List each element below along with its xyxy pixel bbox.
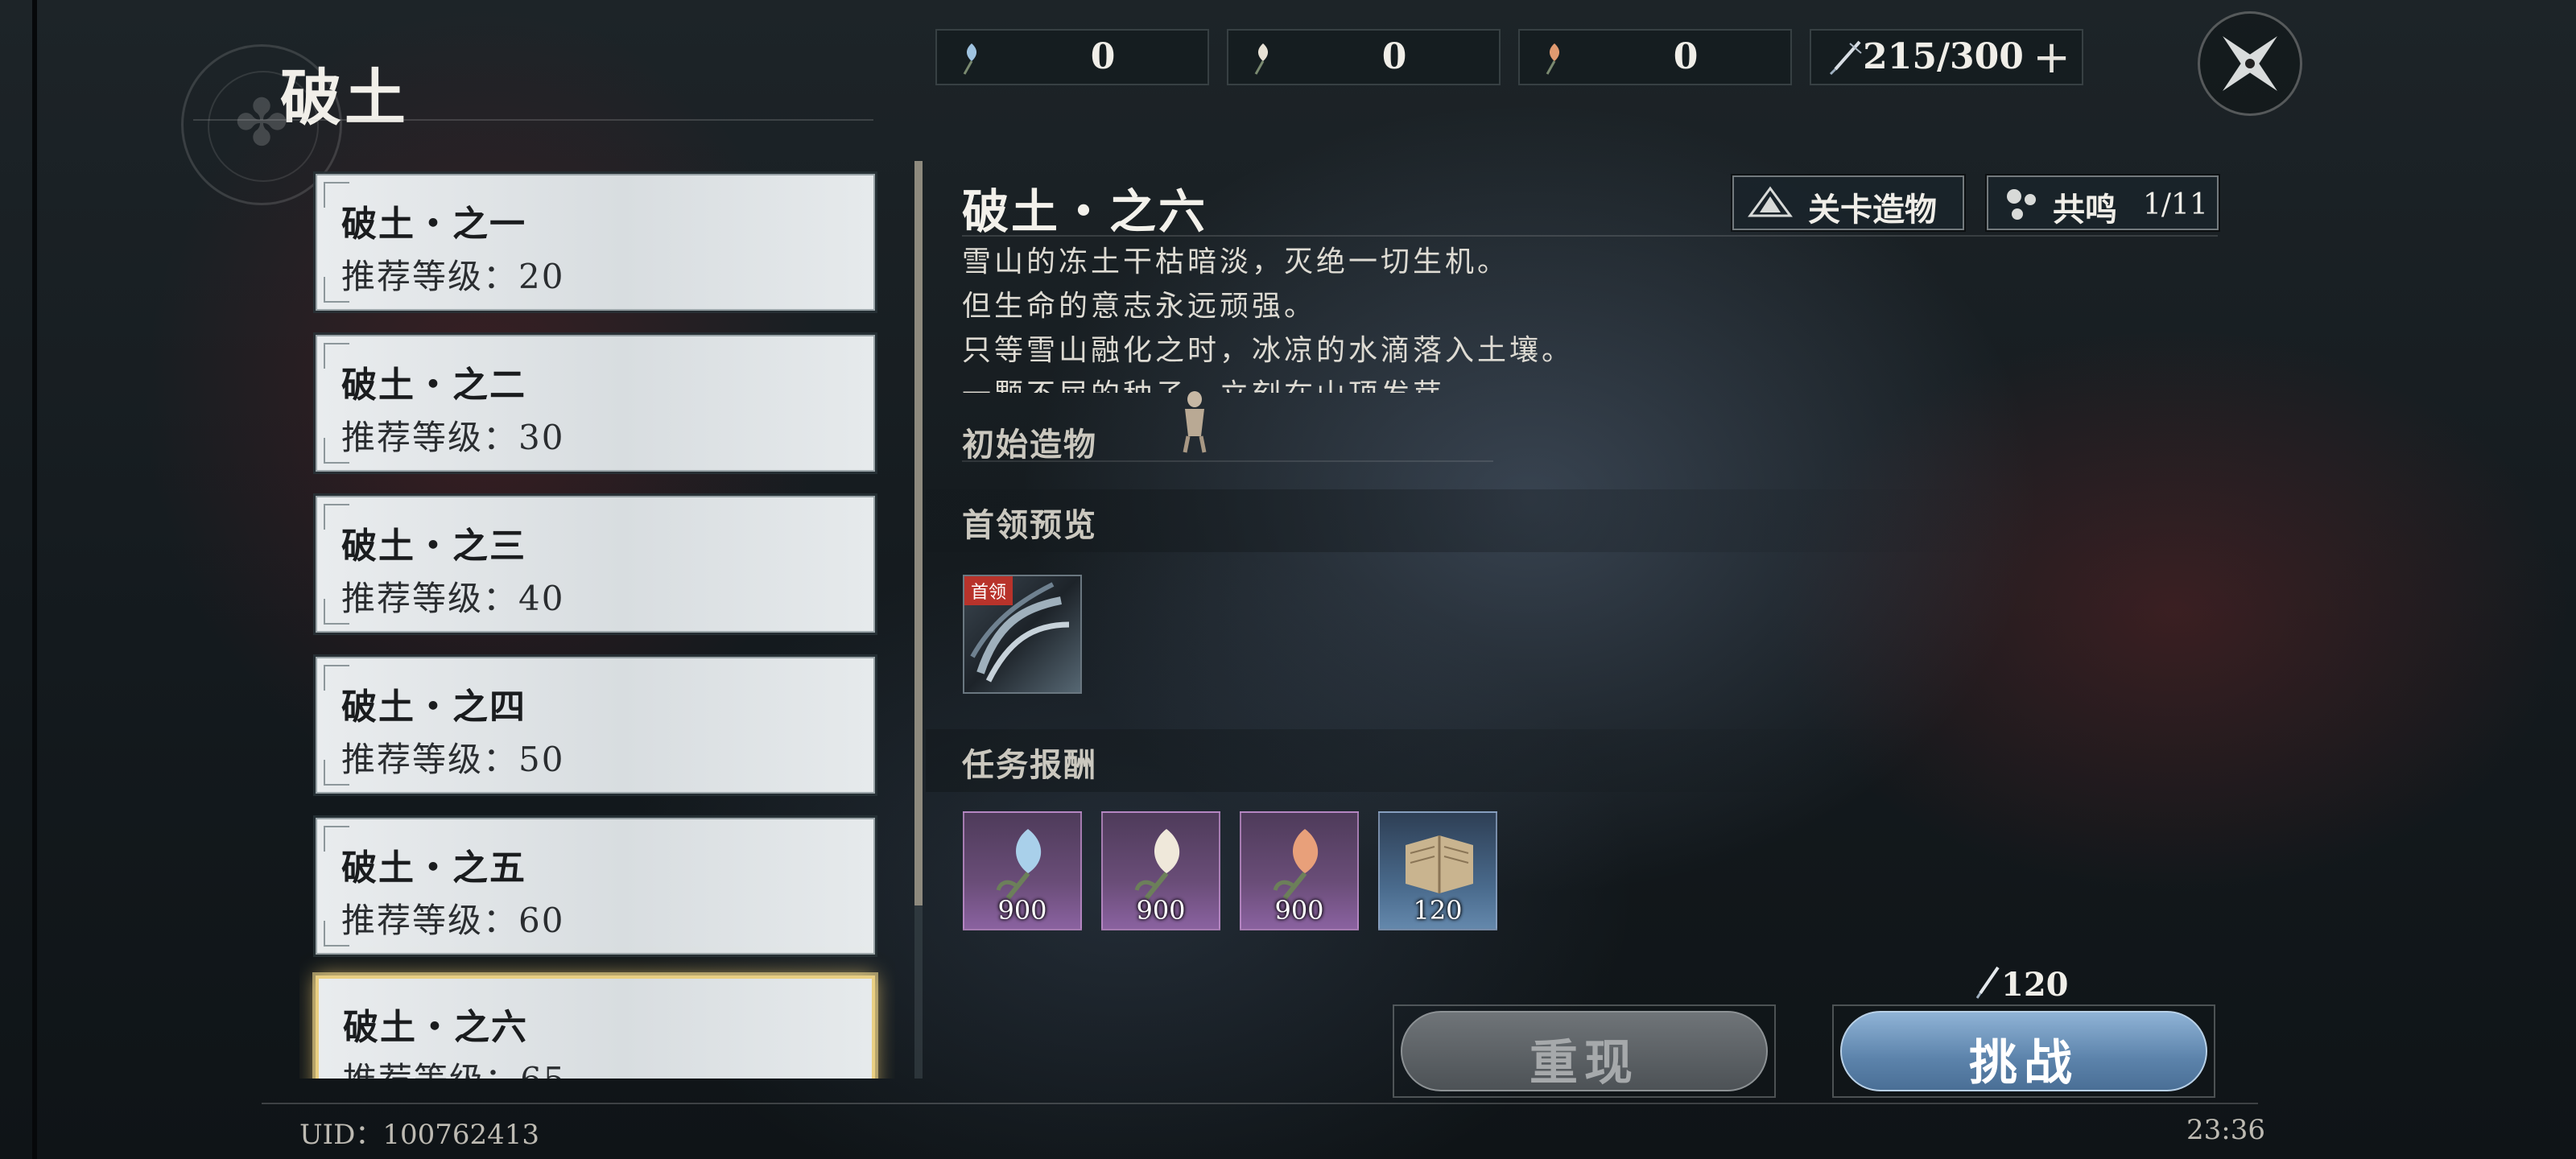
stage-name: 破土・之六: [343, 1007, 528, 1048]
statue-figure-icon: [1183, 391, 1207, 453]
currency-orange-flower[interactable]: 0: [1518, 29, 1792, 85]
clock: 23:36: [2186, 1114, 2265, 1146]
description-line: 只等雪山融化之时，冰凉的水滴落入土壤。: [962, 334, 1575, 367]
currency-value: 0: [1381, 36, 1407, 77]
stamina-pen-icon: [1829, 40, 1862, 76]
reward-quantity: 900: [1136, 895, 1186, 926]
stage-card-4[interactable]: 破土・之四 推荐等级：50: [313, 654, 877, 796]
add-stamina-button[interactable]: +: [2033, 35, 2070, 80]
white-flower-icon: [1134, 829, 1180, 900]
boss-preview-heading: 首领预览: [962, 506, 1097, 544]
stage-level: 推荐等级：20: [341, 257, 565, 296]
stage-level: 推荐等级：65: [343, 1053, 566, 1079]
currency-value: 0: [1090, 36, 1116, 77]
stage-name: 破土・之四: [341, 687, 526, 728]
blue-flower-icon: [996, 829, 1042, 900]
orange-flower-icon: [1273, 829, 1319, 900]
description-line: 一颗不屈的种子，立刻在山顶发芽。: [962, 373, 2008, 393]
resonance-button[interactable]: 共鸣 1/11: [1985, 174, 2220, 232]
stage-description: 雪山的冻土干枯暗淡，灭绝一切生机。 但生命的意志永远顽强。 只等雪山融化之时，冰…: [962, 240, 2008, 393]
stamina-pen-icon: [1975, 966, 2000, 999]
stage-level: 推荐等级：50: [341, 740, 565, 779]
compass-menu-button[interactable]: [2198, 11, 2302, 116]
scrollbar-thumb[interactable]: [914, 161, 923, 905]
stage-artifact-button[interactable]: 关卡造物: [1731, 174, 1966, 232]
replay-button[interactable]: 重现: [1401, 1011, 1768, 1091]
reward-item-blue-flower[interactable]: 900: [963, 811, 1082, 930]
stage-artifact-label: 关卡造物: [1808, 191, 1937, 229]
stage-card-5[interactable]: 破土・之五 推荐等级：60: [313, 815, 877, 957]
currency-stamina[interactable]: 215/300 +: [1810, 29, 2083, 85]
reward-heading: 任务报酬: [962, 746, 1097, 784]
resonance-icon: [2007, 189, 2036, 220]
currency-white-flower[interactable]: 0: [1227, 29, 1501, 85]
stage-detail-title: 破土・之六: [962, 184, 1208, 239]
left-frame: [32, 0, 37, 1159]
stage-list[interactable]: 破土・之一 推荐等级：20 破土・之二 推荐等级：30 破土・之三 推荐等级：4…: [299, 161, 895, 1079]
reward-item-orange-flower[interactable]: 900: [1240, 811, 1359, 930]
reward-quantity: 900: [997, 895, 1047, 926]
stage-card-1[interactable]: 破土・之一 推荐等级：20: [313, 171, 877, 313]
reward-item-white-flower[interactable]: 900: [1101, 811, 1220, 930]
challenge-label: 挑战: [1969, 1035, 2079, 1091]
reward-item-book[interactable]: 120: [1378, 811, 1497, 930]
book-icon: [1406, 835, 1473, 893]
replay-label: 重现: [1530, 1035, 1639, 1091]
resonance-count: 1/11: [2143, 188, 2208, 221]
white-flower-icon: [1254, 43, 1269, 75]
stage-card-6-selected[interactable]: 破土・之六 推荐等级：65: [312, 972, 878, 1079]
description-line: 雪山的冻土干枯暗淡，灭绝一切生机。: [962, 245, 1510, 278]
stage-name: 破土・之一: [341, 204, 526, 245]
reward-quantity: 900: [1274, 895, 1324, 926]
artifact-icon: [1748, 186, 1793, 217]
footer-divider: [262, 1103, 2258, 1104]
stage-level: 推荐等级：30: [341, 418, 565, 457]
boss-portrait[interactable]: 首领: [963, 575, 1082, 694]
stage-card-3[interactable]: 破土・之三 推荐等级：40: [313, 493, 877, 635]
stage-name: 破土・之二: [341, 365, 526, 406]
initial-artifact-heading: 初始造物: [962, 426, 1097, 464]
currency-value: 215/300: [1863, 36, 2024, 77]
section-divider: [962, 460, 1493, 462]
currency-value: 0: [1673, 36, 1699, 77]
resonance-label: 共鸣: [2053, 191, 2117, 229]
stage-card-2[interactable]: 破土・之二 推荐等级：30: [313, 332, 877, 474]
challenge-cost: 120: [2001, 966, 2069, 1004]
reward-quantity: 120: [1413, 895, 1463, 926]
stage-name: 破土・之五: [341, 848, 526, 889]
currency-blue-flower[interactable]: 0: [935, 29, 1209, 85]
boss-tag: 首领: [964, 576, 1013, 605]
compass-icon: [2223, 36, 2277, 91]
page-title: 破土: [280, 62, 409, 134]
title-divider: [193, 119, 873, 121]
stage-name: 破土・之三: [341, 526, 526, 567]
orange-flower-icon: [1546, 43, 1560, 75]
user-id: UID：100762413: [299, 1119, 540, 1151]
challenge-button[interactable]: 挑战: [1840, 1011, 2207, 1091]
description-line: 但生命的意志永远顽强。: [962, 290, 1317, 323]
detail-divider: [962, 235, 2218, 237]
blue-flower-icon: [963, 43, 977, 75]
stage-level: 推荐等级：40: [341, 579, 565, 618]
stage-level: 推荐等级：60: [341, 901, 565, 940]
